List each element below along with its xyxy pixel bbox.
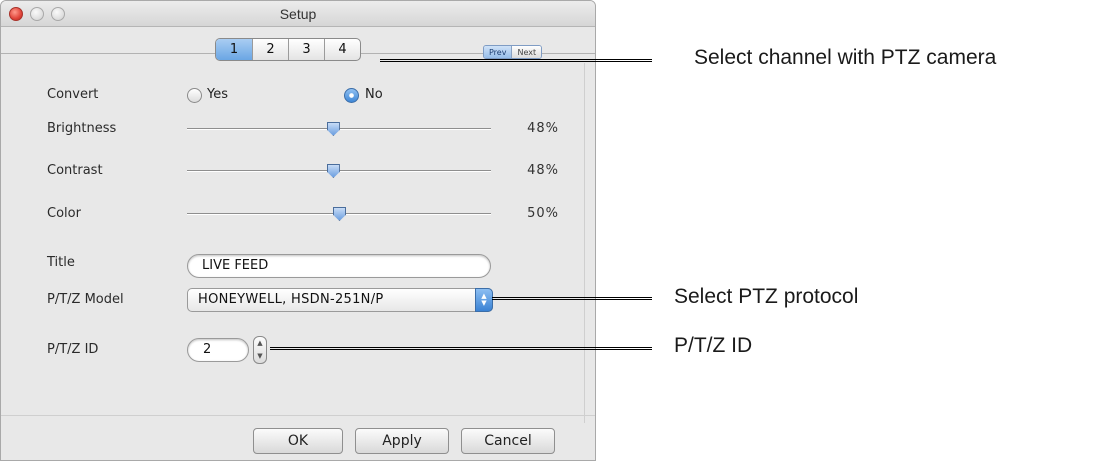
channel-callout-text: Select channel with PTZ camera (694, 46, 997, 69)
right-edge-divider (584, 63, 585, 423)
title-bar[interactable]: Setup (1, 1, 595, 27)
channel-callout-line (380, 59, 652, 62)
convert-no-label: No (365, 87, 383, 102)
ptz-id-callout-line (270, 347, 652, 350)
contrast-slider-thumb[interactable] (326, 164, 340, 178)
brightness-label: Brightness (47, 121, 117, 136)
ptz-model-value: HONEYWELL, HSDN-251N/P (198, 292, 384, 307)
ptz-model-select[interactable]: HONEYWELL, HSDN-251N/P ▲ ▼ (187, 288, 493, 312)
color-slider-thumb[interactable] (333, 207, 346, 221)
color-value: 50% (527, 206, 559, 221)
setup-window: Setup 1 2 3 4 Prev Next Convert Yes No B… (0, 0, 596, 461)
ptz-id-stepper[interactable]: ▲ ▼ (253, 336, 267, 364)
ptz-id-input[interactable]: 2 (187, 338, 249, 362)
title-label: Title (47, 255, 75, 270)
ptz-id-callout-text: P/T/Z ID (674, 334, 753, 357)
stepper-up-icon[interactable]: ▲ (257, 340, 262, 347)
protocol-callout-line (492, 297, 652, 300)
prev-button[interactable]: Prev (484, 46, 512, 58)
channel-tabs: 1 2 3 4 (215, 38, 361, 61)
prev-next-control: Prev Next (483, 45, 543, 59)
brightness-value: 48% (527, 121, 559, 136)
cancel-button[interactable]: Cancel (461, 428, 555, 454)
color-label: Color (47, 206, 81, 221)
apply-button[interactable]: Apply (355, 428, 449, 454)
convert-yes-label: Yes (207, 87, 228, 102)
protocol-callout-text: Select PTZ protocol (674, 285, 859, 308)
window-title: Setup (279, 6, 317, 22)
tab-channel-3[interactable]: 3 (288, 39, 324, 60)
convert-yes-radio[interactable] (187, 88, 202, 103)
brightness-slider-thumb[interactable] (326, 122, 340, 136)
title-input[interactable]: LIVE FEED (187, 254, 491, 278)
contrast-value: 48% (527, 163, 559, 178)
convert-label: Convert (47, 87, 99, 102)
ptz-id-label: P/T/Z ID (47, 342, 99, 357)
button-bar-separator (1, 415, 595, 416)
tab-channel-1[interactable]: 1 (216, 39, 252, 60)
ptz-model-label: P/T/Z Model (47, 292, 124, 307)
convert-no-radio[interactable] (344, 88, 359, 103)
contrast-label: Contrast (47, 163, 103, 178)
tab-channel-4[interactable]: 4 (324, 39, 360, 60)
stepper-down-icon[interactable]: ▼ (257, 353, 262, 360)
next-button[interactable]: Next (511, 46, 542, 58)
tab-channel-2[interactable]: 2 (252, 39, 288, 60)
select-arrows-icon[interactable]: ▲ ▼ (475, 288, 493, 312)
ok-button[interactable]: OK (253, 428, 343, 454)
